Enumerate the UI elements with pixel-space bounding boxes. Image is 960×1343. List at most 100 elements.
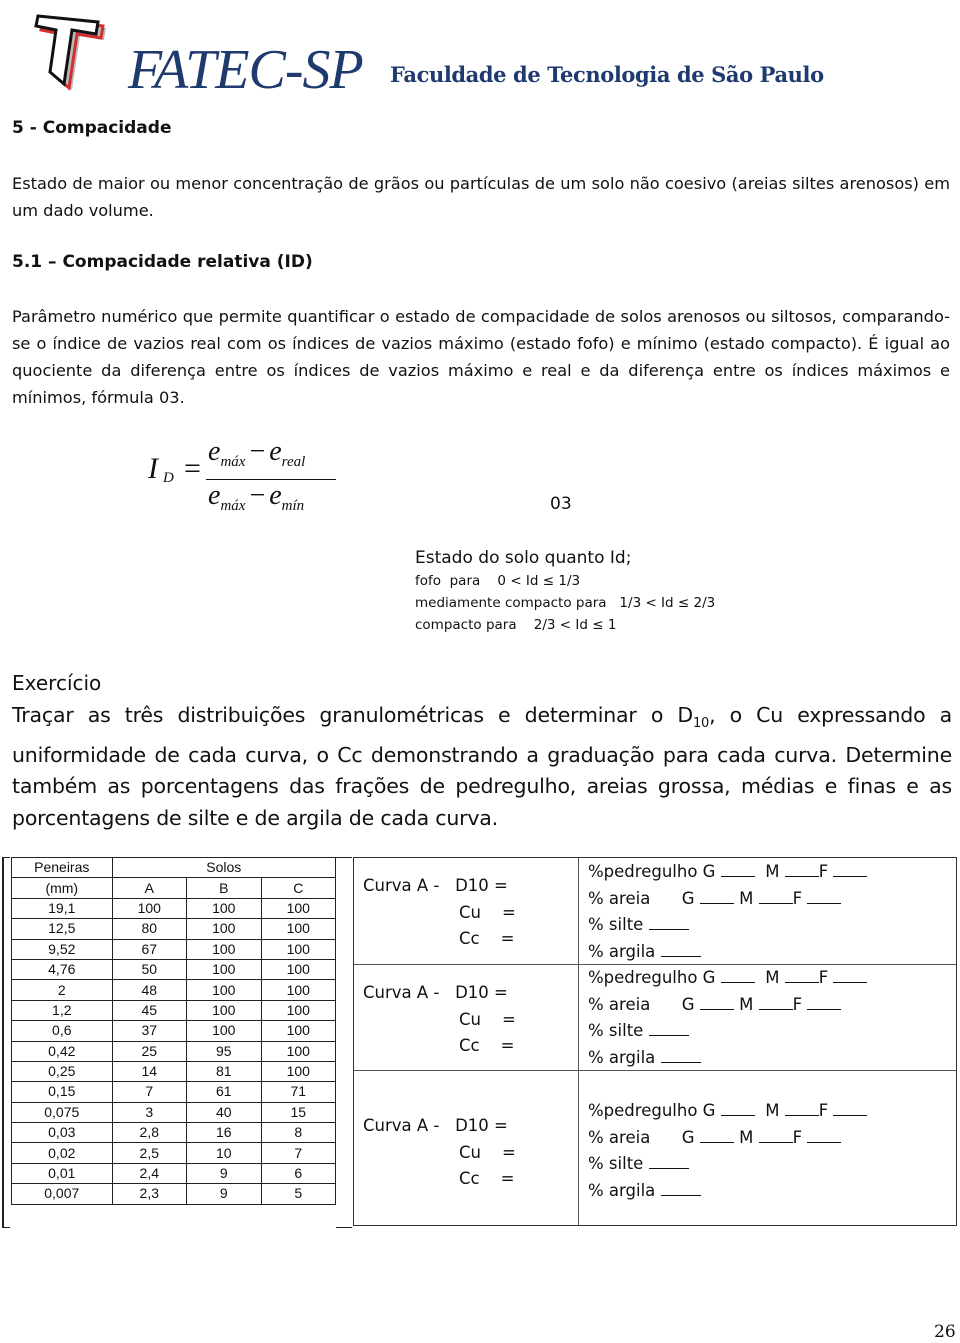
silt-line: % silte <box>588 912 867 939</box>
sand-fine-blank[interactable] <box>807 1128 842 1143</box>
gravel-label: %pedregulho G <box>588 1101 716 1120</box>
clay-line: % argila <box>588 939 867 966</box>
silt-blank[interactable] <box>648 1154 689 1169</box>
sieve-size-cell: 0,03 <box>11 1122 113 1144</box>
result-row: Curva A - D10 = Cu = Cc = %pedregulho G M F… <box>354 1071 956 1225</box>
header-col-a: A <box>111 877 188 899</box>
column-divider <box>578 858 579 964</box>
silt-blank[interactable] <box>648 915 689 930</box>
clay-label: % argila <box>588 1047 656 1067</box>
table-header-row: Peneiras Solos <box>11 856 337 879</box>
sand-coarse-blank[interactable] <box>699 995 734 1010</box>
sand-line: % areia G M F <box>588 992 867 1019</box>
passing-percent-cell: 100 <box>186 938 262 960</box>
passing-percent-cell: 95 <box>186 1040 262 1062</box>
num-e: e <box>208 436 221 467</box>
formula-equals: = <box>184 452 201 485</box>
sand-medium-blank[interactable] <box>758 889 793 904</box>
passing-percent-cell: 100 <box>260 1020 336 1042</box>
passing-percent-cell: 2,4 <box>111 1162 188 1185</box>
header-col-c: C <box>260 877 336 899</box>
fine-label: F <box>792 888 803 908</box>
sieve-table: Peneiras Solos (mm) A B C 19,1 100 100 100 1… <box>11 856 337 1205</box>
gravel-medium-blank[interactable] <box>784 968 819 983</box>
passing-percent-cell: 2,8 <box>111 1122 188 1144</box>
sand-fine-blank[interactable] <box>807 889 842 904</box>
passing-percent-cell: 9 <box>186 1183 262 1205</box>
sieve-size-cell: 9,52 <box>11 938 113 960</box>
clay-blank[interactable] <box>660 942 701 957</box>
gravel-coarse-blank[interactable] <box>720 1101 755 1116</box>
sieve-size-cell: 12,5 <box>11 918 113 940</box>
gravel-line: %pedregulho G M F <box>588 1098 868 1125</box>
passing-percent-cell: 100 <box>186 958 262 981</box>
gravel-medium-blank[interactable] <box>784 1101 819 1116</box>
passing-percent-cell: 100 <box>186 1020 262 1042</box>
formula-denominator: emáx − emín <box>208 480 304 515</box>
fraction-percentages: %pedregulho G M F % areia G M F % silte … <box>588 965 868 1072</box>
passing-percent-cell: 100 <box>260 1040 336 1062</box>
passing-percent-cell: 7 <box>111 1081 188 1103</box>
silt-label: % silte <box>588 1021 644 1040</box>
silt-label: % silte <box>588 1154 644 1173</box>
table-gap <box>336 857 352 1228</box>
column-divider <box>578 1071 579 1225</box>
passing-percent-cell: 100 <box>186 999 262 1022</box>
passing-percent-cell: 100 <box>260 918 336 940</box>
sieve-size-cell: 0,42 <box>11 1040 113 1062</box>
sand-coarse-blank[interactable] <box>699 889 734 904</box>
passing-percent-cell: 61 <box>186 1081 262 1103</box>
sand-medium-blank[interactable] <box>758 995 793 1010</box>
state-line: mediamente compacto para 1/3 < Id ≤ 2/3 <box>415 595 716 611</box>
table-row: 0,007 2,3 9 5 <box>11 1183 336 1205</box>
passing-percent-cell: 10 <box>186 1142 262 1164</box>
sand-line: % areia G M F <box>588 1125 867 1152</box>
sand-fine-blank[interactable] <box>807 995 842 1010</box>
gravel-coarse-blank[interactable] <box>720 968 755 983</box>
clay-line: % argila <box>588 1045 867 1072</box>
gravel-label: %pedregulho G <box>588 862 716 881</box>
den-sub-min: mín <box>281 498 305 514</box>
table-row: 0,01 2,4 9 6 <box>11 1162 336 1185</box>
sand-coarse-blank[interactable] <box>699 1128 734 1143</box>
states-title: Estado do solo quanto Id; <box>415 548 632 568</box>
header-solos: Solos <box>111 856 337 879</box>
gravel-fine-blank[interactable] <box>833 1101 868 1116</box>
subsection-text: Parâmetro numérico que permite quantific… <box>12 307 950 407</box>
medium-label: M <box>765 968 780 987</box>
fine-label: F <box>818 1101 829 1120</box>
clay-blank[interactable] <box>660 1181 701 1196</box>
gravel-fine-blank[interactable] <box>833 968 868 983</box>
header-peneiras: Peneiras <box>11 856 113 879</box>
passing-percent-cell: 50 <box>111 958 188 981</box>
table-row: 1,2 45 100 100 <box>11 999 336 1022</box>
sieve-size-cell: 0,6 <box>11 1020 113 1042</box>
sand-medium-blank[interactable] <box>758 1128 793 1143</box>
gravel-medium-blank[interactable] <box>784 862 819 877</box>
silt-blank[interactable] <box>648 1021 689 1036</box>
passing-percent-cell: 25 <box>111 1040 188 1062</box>
passing-percent-cell: 15 <box>260 1101 336 1124</box>
column-divider <box>578 965 579 1070</box>
table-row: 0,03 2,8 16 8 <box>11 1122 336 1144</box>
section-intro: Estado de maior ou menor concentração de… <box>12 174 950 220</box>
state-line: compacto para 2/3 < Id ≤ 1 <box>415 617 617 633</box>
gravel-fine-blank[interactable] <box>833 862 868 877</box>
silt-line: % silte <box>588 1018 867 1045</box>
table-row: 0,075 3 40 15 <box>11 1101 336 1124</box>
state-line: fofo para 0 < Id ≤ 1/3 <box>415 573 581 589</box>
medium-label: M <box>739 994 754 1014</box>
fatec-t-logo-icon <box>34 14 106 91</box>
exercise-body: Traçar as três distribuições granulométr… <box>12 700 952 834</box>
passing-percent-cell: 3 <box>111 1101 188 1124</box>
passing-percent-cell: 100 <box>186 918 262 940</box>
fraction-percentages: %pedregulho G M F % areia G M F % silte … <box>588 859 868 966</box>
passing-percent-cell: 100 <box>111 897 188 920</box>
clay-blank[interactable] <box>660 1048 701 1063</box>
header-col-b: B <box>186 877 262 899</box>
cu-label: Cu = <box>459 902 516 922</box>
table-row: 0,42 25 95 100 <box>11 1040 336 1062</box>
gravel-coarse-blank[interactable] <box>720 862 755 877</box>
passing-percent-cell: 100 <box>260 979 336 1001</box>
gravel-label: %pedregulho G <box>588 968 716 987</box>
